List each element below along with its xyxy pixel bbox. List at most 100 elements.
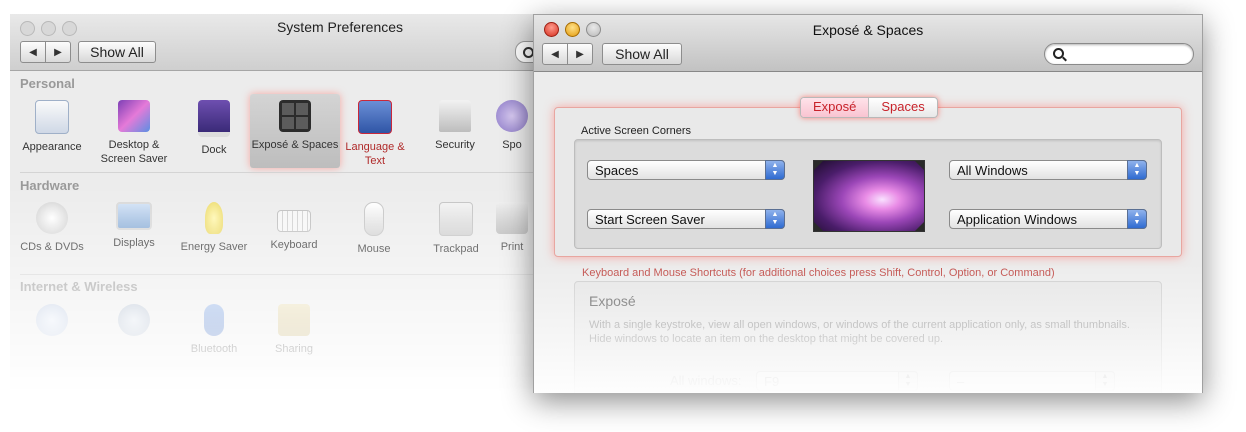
bluetooth-icon (204, 304, 224, 336)
display-icon (116, 202, 152, 230)
popup-value: Start Screen Saver (595, 212, 705, 227)
pref-label: Spo (502, 139, 522, 151)
mouse-icon (364, 202, 384, 236)
section-internet-wireless: Internet & Wireless (20, 279, 138, 294)
back-window-title: System Preferences (276, 19, 404, 35)
pref-trackpad[interactable]: Trackpad (416, 202, 496, 256)
mobileme-icon (36, 304, 68, 336)
corner-marker-icon (814, 161, 823, 170)
pref-expose-spaces[interactable]: Exposé & Spaces (250, 94, 340, 168)
desktop-preview-image (813, 160, 925, 232)
pref-label: Displays (113, 237, 155, 249)
pref-bluetooth[interactable]: Bluetooth (174, 304, 254, 356)
sharing-icon (278, 304, 310, 336)
expose-heading: Exposé (589, 293, 636, 309)
expose-description: With a single keystroke, view all open w… (589, 319, 1130, 345)
back-arrow-icon[interactable]: ◀ (543, 44, 567, 64)
section-hardware: Hardware (20, 178, 80, 193)
corner-marker-icon (814, 222, 823, 231)
updown-arrows-icon: ▲ ▼ (1127, 160, 1147, 180)
shortcuts-label: Keyboard and Mouse Shortcuts (for additi… (582, 267, 1055, 279)
cd-icon (36, 202, 68, 234)
pref-desktop-screen-saver[interactable]: Desktop & Screen Saver (94, 100, 174, 166)
popup-value: F9 (764, 374, 780, 389)
expose-spaces-icon (279, 100, 311, 132)
pref-cds-dvds[interactable]: CDs & DVDs (12, 202, 92, 254)
desktop-icon (118, 100, 150, 132)
search-icon (1053, 48, 1064, 59)
pref-appearance[interactable]: Appearance (12, 100, 92, 154)
pref-label: Dock (201, 144, 227, 156)
popup-value: Spaces (595, 163, 639, 178)
popup-value: – (957, 374, 965, 389)
pref-label: Desktop & Screen Saver (100, 139, 168, 165)
popup-value: Application Windows (957, 212, 1077, 227)
trackpad-icon (439, 202, 473, 236)
pref-label: Energy Saver (180, 241, 248, 253)
all-windows-mouse-popup[interactable]: – ▲ ▼ (949, 371, 1115, 391)
pref-mouse[interactable]: Mouse (334, 202, 414, 256)
tab-expose[interactable]: Exposé (801, 98, 869, 117)
shortcuts-section: Keyboard and Mouse Shortcuts (for additi… (534, 263, 1202, 393)
corner-top-left-popup[interactable]: Spaces ▲ ▼ (587, 160, 785, 180)
back-nav-buttons: ◀ ▶ (20, 41, 71, 63)
pref-print[interactable]: Print (492, 202, 532, 254)
updown-arrows-icon: ▲ ▼ (898, 371, 918, 391)
pref-displays[interactable]: Displays (94, 202, 174, 250)
popup-value: All Windows (957, 163, 1028, 178)
pref-spotlight[interactable]: Spo (492, 100, 532, 152)
pref-dock[interactable]: Dock (174, 100, 254, 157)
row-divider (20, 172, 570, 173)
pref-label: Exposé & Spaces (251, 139, 339, 151)
search-field[interactable] (1044, 43, 1194, 65)
pref-label: Bluetooth (190, 343, 238, 355)
forward-arrow-icon[interactable]: ▶ (567, 44, 592, 64)
corner-marker-icon (915, 222, 924, 231)
updown-arrows-icon: ▲ ▼ (765, 160, 785, 180)
pref-label: Sharing (275, 343, 313, 355)
pref-keyboard[interactable]: Keyboard (254, 202, 334, 252)
network-icon (118, 304, 150, 336)
pref-network[interactable] (94, 304, 174, 342)
pref-label: Mouse (357, 243, 391, 255)
expose-spaces-window: Exposé & Spaces ◀ ▶ Show All Exposé Spac… (533, 14, 1203, 393)
pref-energy-saver[interactable]: Energy Saver (174, 202, 254, 254)
back-show-all-button[interactable]: Show All (78, 41, 156, 63)
pref-mobileme[interactable] (12, 304, 92, 342)
pref-label: Keyboard (270, 239, 318, 251)
keyboard-icon (277, 210, 311, 232)
pref-label: Appearance (22, 141, 82, 153)
pref-security[interactable]: Security (415, 100, 495, 152)
active-screen-corners-label: Active Screen Corners (581, 125, 692, 137)
spotlight-icon (496, 100, 528, 132)
updown-arrows-icon: ▲ ▼ (1095, 371, 1115, 391)
corner-bottom-right-popup[interactable]: Application Windows ▲ ▼ (949, 209, 1147, 229)
show-all-button[interactable]: Show All (602, 43, 682, 65)
forward-arrow-icon[interactable]: ▶ (45, 42, 70, 62)
pref-sharing[interactable]: Sharing (254, 304, 334, 356)
system-preferences-window: System Preferences ◀ ▶ Show All Personal… (10, 14, 570, 394)
pref-label: Security (435, 139, 475, 151)
updown-arrows-icon: ▲ ▼ (1127, 209, 1147, 229)
security-house-icon (439, 100, 471, 132)
tab-spaces[interactable]: Spaces (868, 98, 936, 117)
corner-marker-icon (915, 161, 924, 170)
row-divider (20, 274, 570, 275)
dock-icon (198, 100, 230, 137)
corner-top-right-popup[interactable]: All Windows ▲ ▼ (949, 160, 1147, 180)
back-arrow-icon[interactable]: ◀ (21, 42, 45, 62)
pref-label: Trackpad (433, 243, 479, 255)
bulb-icon (205, 202, 223, 234)
updown-arrows-icon: ▲ ▼ (765, 209, 785, 229)
corner-bottom-left-popup[interactable]: Start Screen Saver ▲ ▼ (587, 209, 785, 229)
tab-control: Exposé Spaces (800, 97, 938, 118)
window-title: Exposé & Spaces (812, 22, 924, 38)
all-windows-key-popup[interactable]: F9 ▲ ▼ (756, 371, 918, 391)
front-titlebar: Exposé & Spaces ◀ ▶ Show All (534, 15, 1202, 72)
pref-label: CDs & DVDs (20, 241, 84, 253)
pref-label: Language & Text (345, 141, 405, 167)
section-personal: Personal (20, 76, 75, 91)
back-titlebar: System Preferences ◀ ▶ Show All (10, 14, 570, 71)
pref-language-text[interactable]: Language & Text (335, 100, 415, 168)
printer-icon (496, 202, 528, 234)
